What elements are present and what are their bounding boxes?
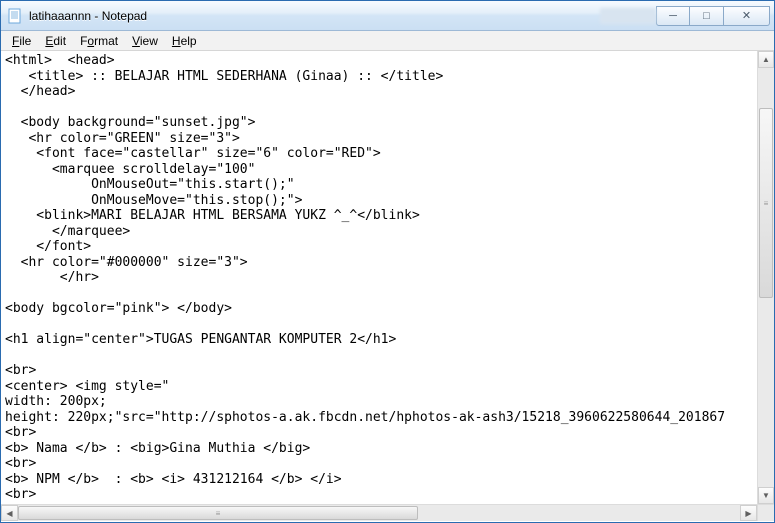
hscroll-track[interactable]: ≡ [18,505,740,521]
vertical-scrollbar[interactable]: ▲ ≡ ▼ [757,51,774,504]
title-obscured [600,8,656,24]
vscroll-track[interactable]: ≡ [758,68,774,487]
menu-edit[interactable]: Edit [38,33,73,49]
maximize-button[interactable]: □ [690,6,724,26]
menubar: File Edit Format View Help [1,31,774,51]
text-editor-area[interactable]: <html> <head> <title> :: BELAJAR HTML SE… [1,51,757,504]
scroll-down-button[interactable]: ▼ [758,487,774,504]
scroll-up-button[interactable]: ▲ [758,51,774,68]
scroll-corner [757,504,774,521]
bottom-scroll-row: ◀ ≡ ▶ [1,504,774,521]
scroll-left-button[interactable]: ◀ [1,505,18,521]
editor-container: <html> <head> <title> :: BELAJAR HTML SE… [1,51,774,504]
menu-format[interactable]: Format [73,33,125,49]
menu-file[interactable]: File [5,33,38,49]
minimize-button[interactable]: ─ [656,6,690,26]
window-title: latihaaannn - Notepad [29,9,588,23]
menu-view[interactable]: View [125,33,165,49]
scroll-right-button[interactable]: ▶ [740,505,757,521]
menu-help[interactable]: Help [165,33,204,49]
window-controls: ─ □ ✕ [656,6,770,26]
vscroll-thumb[interactable]: ≡ [759,108,773,298]
close-button[interactable]: ✕ [724,6,770,26]
horizontal-scrollbar[interactable]: ◀ ≡ ▶ [1,504,757,521]
notepad-icon [7,8,23,24]
titlebar[interactable]: latihaaannn - Notepad ─ □ ✕ [1,1,774,31]
hscroll-thumb[interactable]: ≡ [18,506,418,520]
